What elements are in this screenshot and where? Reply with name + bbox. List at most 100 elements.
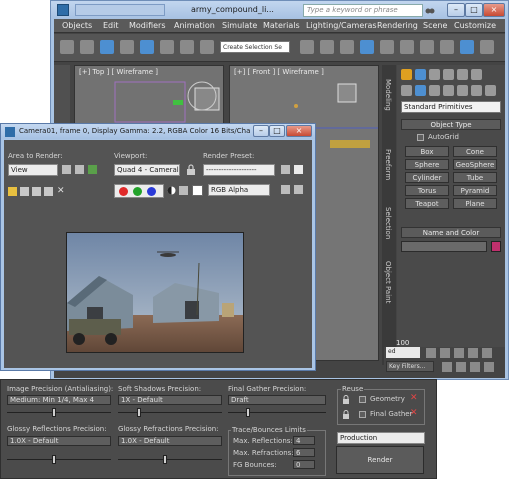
glossy-refractions-slider[interactable]: [118, 455, 222, 465]
object-color-swatch[interactable]: [491, 241, 501, 252]
autogrid-checkbox[interactable]: [417, 134, 424, 141]
geometry-checkbox[interactable]: [359, 396, 366, 403]
final-gather-lock-icon[interactable]: [342, 410, 350, 419]
display-tab-icon[interactable]: [457, 69, 468, 80]
render-setup-button-icon[interactable]: [280, 164, 291, 175]
print-image-icon[interactable]: [44, 187, 53, 196]
menu-edit[interactable]: Edit: [103, 21, 119, 30]
zoom-icon[interactable]: [442, 362, 452, 372]
select-object-icon[interactable]: [100, 40, 114, 54]
glossy-reflections-field[interactable]: 1.0X - Default: [7, 436, 111, 446]
rendered-frame-window-icon[interactable]: [460, 40, 474, 54]
slider-thumb[interactable]: [136, 408, 141, 417]
undo-icon[interactable]: [60, 40, 74, 54]
area-to-render-dropdown[interactable]: View: [8, 164, 58, 176]
tube-button[interactable]: Tube: [453, 172, 497, 183]
toggle-ui-icon[interactable]: [293, 184, 304, 195]
sphere-button[interactable]: Sphere: [405, 159, 449, 170]
final-gather-clear-icon[interactable]: ✕: [410, 408, 418, 418]
geometry-clear-icon[interactable]: ✕: [410, 393, 418, 403]
cone-button[interactable]: Cone: [453, 146, 497, 157]
plane-button[interactable]: Plane: [453, 198, 497, 209]
key-filters-button[interactable]: Key Filters...: [386, 361, 434, 372]
minimize-button[interactable]: –: [447, 3, 465, 17]
shapes-icon[interactable]: [415, 85, 426, 96]
render-mode-dropdown[interactable]: Production: [337, 432, 425, 444]
spinner-snap-icon[interactable]: [180, 40, 194, 54]
display-channel-dropdown[interactable]: RGB Alpha: [208, 184, 270, 196]
torus-button[interactable]: Torus: [405, 185, 449, 196]
geometry-icon[interactable]: [401, 85, 412, 96]
goto-start-icon[interactable]: [426, 348, 436, 358]
render-production-icon[interactable]: [480, 40, 494, 54]
monochrome-icon[interactable]: [179, 186, 188, 195]
edit-region-icon[interactable]: [61, 164, 72, 175]
menu-modifiers[interactable]: Modifiers: [129, 21, 166, 30]
cylinder-button[interactable]: Cylinder: [405, 172, 449, 183]
menu-simulate[interactable]: Simulate: [222, 21, 257, 30]
tab-object-paint[interactable]: Object Paint: [384, 261, 392, 303]
cameras-icon[interactable]: [443, 85, 454, 96]
app-logo-icon[interactable]: [57, 4, 69, 16]
final-gather-slider[interactable]: [228, 408, 326, 418]
pan-icon[interactable]: [470, 362, 480, 372]
render-setup-icon[interactable]: [440, 40, 454, 54]
final-gather-reuse-checkbox[interactable]: [359, 411, 366, 418]
name-and-color-rollout[interactable]: Name and Color: [401, 227, 501, 238]
copy-image-icon[interactable]: [20, 187, 29, 196]
menu-rendering[interactable]: Rendering: [377, 21, 418, 30]
menu-animation[interactable]: Animation: [174, 21, 215, 30]
max-refractions-field[interactable]: 6: [293, 448, 315, 457]
curve-editor-icon[interactable]: [380, 40, 394, 54]
tab-selection[interactable]: Selection: [384, 207, 392, 239]
tab-modeling[interactable]: Modeling: [384, 79, 392, 111]
render-preset-dropdown[interactable]: --------------------: [203, 164, 275, 176]
goto-end-icon[interactable]: [482, 348, 492, 358]
glossy-refractions-field[interactable]: 1.0X - Default: [118, 436, 222, 446]
object-name-input[interactable]: [401, 241, 487, 252]
lock-icon[interactable]: [186, 164, 196, 175]
green-channel-icon[interactable]: [133, 187, 142, 196]
modify-tab-icon[interactable]: [415, 69, 426, 80]
helpers-icon[interactable]: [457, 85, 468, 96]
menu-materials[interactable]: Materials: [263, 21, 300, 30]
field-of-view-icon[interactable]: [456, 362, 466, 372]
prev-frame-icon[interactable]: [440, 348, 450, 358]
percent-snap-icon[interactable]: [160, 40, 174, 54]
menu-lighting-cameras[interactable]: Lighting/Cameras: [306, 21, 377, 30]
hierarchy-tab-icon[interactable]: [429, 69, 440, 80]
clear-icon[interactable]: ✕: [57, 186, 65, 196]
space-warps-icon[interactable]: [471, 85, 482, 96]
geometry-lock-icon[interactable]: [342, 395, 350, 404]
render-maximize-button[interactable]: □: [269, 125, 285, 137]
render-minimize-button[interactable]: –: [253, 125, 269, 137]
soft-shadows-slider[interactable]: [118, 408, 222, 418]
material-editor-icon[interactable]: [420, 40, 434, 54]
render-close-button[interactable]: ×: [286, 125, 312, 137]
menu-objects[interactable]: Objects: [62, 21, 92, 30]
layer-icon[interactable]: [340, 40, 354, 54]
graphite-toolbar-icon[interactable]: [360, 40, 374, 54]
selection-set-dropdown[interactable]: Create Selection Se: [220, 41, 290, 53]
binoculars-icon[interactable]: [425, 5, 435, 15]
snap-icon[interactable]: [120, 40, 134, 54]
primitives-dropdown[interactable]: Standard Primitives: [401, 101, 501, 113]
render-button[interactable]: Render: [336, 446, 424, 474]
max-reflections-field[interactable]: 4: [293, 436, 315, 445]
play-icon[interactable]: [454, 348, 464, 358]
systems-icon[interactable]: [485, 85, 496, 96]
geosphere-button[interactable]: GeoSphere: [453, 159, 497, 170]
tab-freeform[interactable]: Freeform: [384, 149, 392, 180]
menu-customize[interactable]: Customize: [454, 21, 496, 30]
edit-named-selection-icon[interactable]: [200, 40, 214, 54]
object-type-rollout[interactable]: Object Type: [401, 119, 501, 130]
clone-frame-icon[interactable]: [32, 187, 41, 196]
environment-effects-icon[interactable]: [293, 164, 304, 175]
toggle-ui-overlay-icon[interactable]: [280, 184, 291, 195]
swatch-icon[interactable]: [192, 185, 203, 196]
create-tab-icon[interactable]: [401, 69, 412, 80]
move-icon[interactable]: [80, 40, 94, 54]
slider-thumb[interactable]: [162, 455, 167, 464]
schematic-view-icon[interactable]: [400, 40, 414, 54]
slider-thumb[interactable]: [51, 408, 56, 417]
